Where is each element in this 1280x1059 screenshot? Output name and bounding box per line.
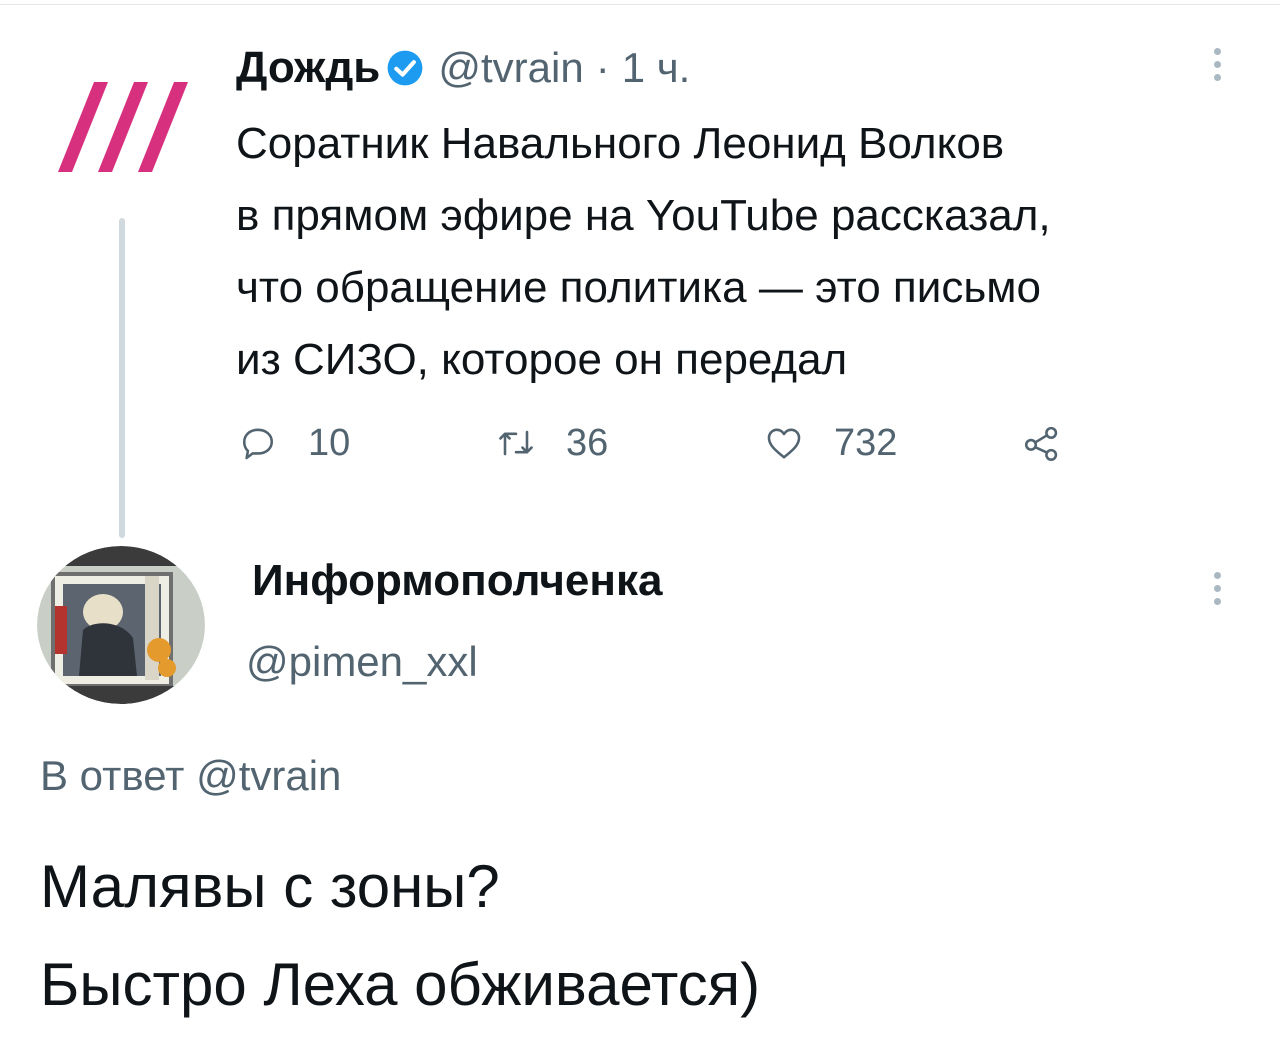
time-separator: ·	[595, 44, 610, 91]
author-name[interactable]: Дождь	[236, 43, 380, 93]
tweet-header: Дождь @tvrain · 1 ч.	[236, 38, 690, 98]
retweet-button[interactable]: 36	[494, 416, 608, 470]
tweet-actions: 10 36 732	[236, 416, 1096, 470]
more-options-icon[interactable]	[1212, 48, 1224, 87]
reply-text: Малявы с зоны? Быстро Леха обживается)	[40, 853, 761, 1018]
tvrain-logo-icon[interactable]	[58, 82, 188, 172]
reply-to-line: В ответ @tvrain	[40, 752, 341, 800]
reply-count: 10	[308, 421, 351, 464]
verified-badge-icon	[387, 50, 423, 86]
author-handle[interactable]: @tvrain	[438, 44, 583, 92]
heart-icon	[767, 428, 801, 459]
retweet-icon	[499, 430, 533, 456]
reply-author-handle[interactable]: @pimen_xxl	[246, 638, 478, 686]
share-icon	[1024, 426, 1058, 461]
retweet-count: 36	[566, 421, 609, 464]
like-button[interactable]: 732	[762, 416, 897, 470]
share-button[interactable]	[1020, 416, 1064, 470]
reply-to-mention[interactable]: @tvrain	[196, 752, 341, 799]
reply-button[interactable]: 10	[236, 416, 350, 470]
avatar[interactable]	[37, 546, 205, 704]
reply-icon	[242, 428, 274, 460]
more-options-icon[interactable]	[1212, 572, 1224, 611]
tweet-text: Соратник Навального Леонид Волков в прям…	[236, 119, 1051, 384]
reply-to-label: В ответ	[40, 752, 185, 799]
reply-author-name[interactable]: Информополченка	[252, 556, 662, 606]
thread-line	[119, 218, 125, 538]
top-divider	[0, 4, 1280, 5]
tweet-time[interactable]: 1 ч.	[622, 44, 691, 92]
like-count: 732	[834, 421, 898, 464]
